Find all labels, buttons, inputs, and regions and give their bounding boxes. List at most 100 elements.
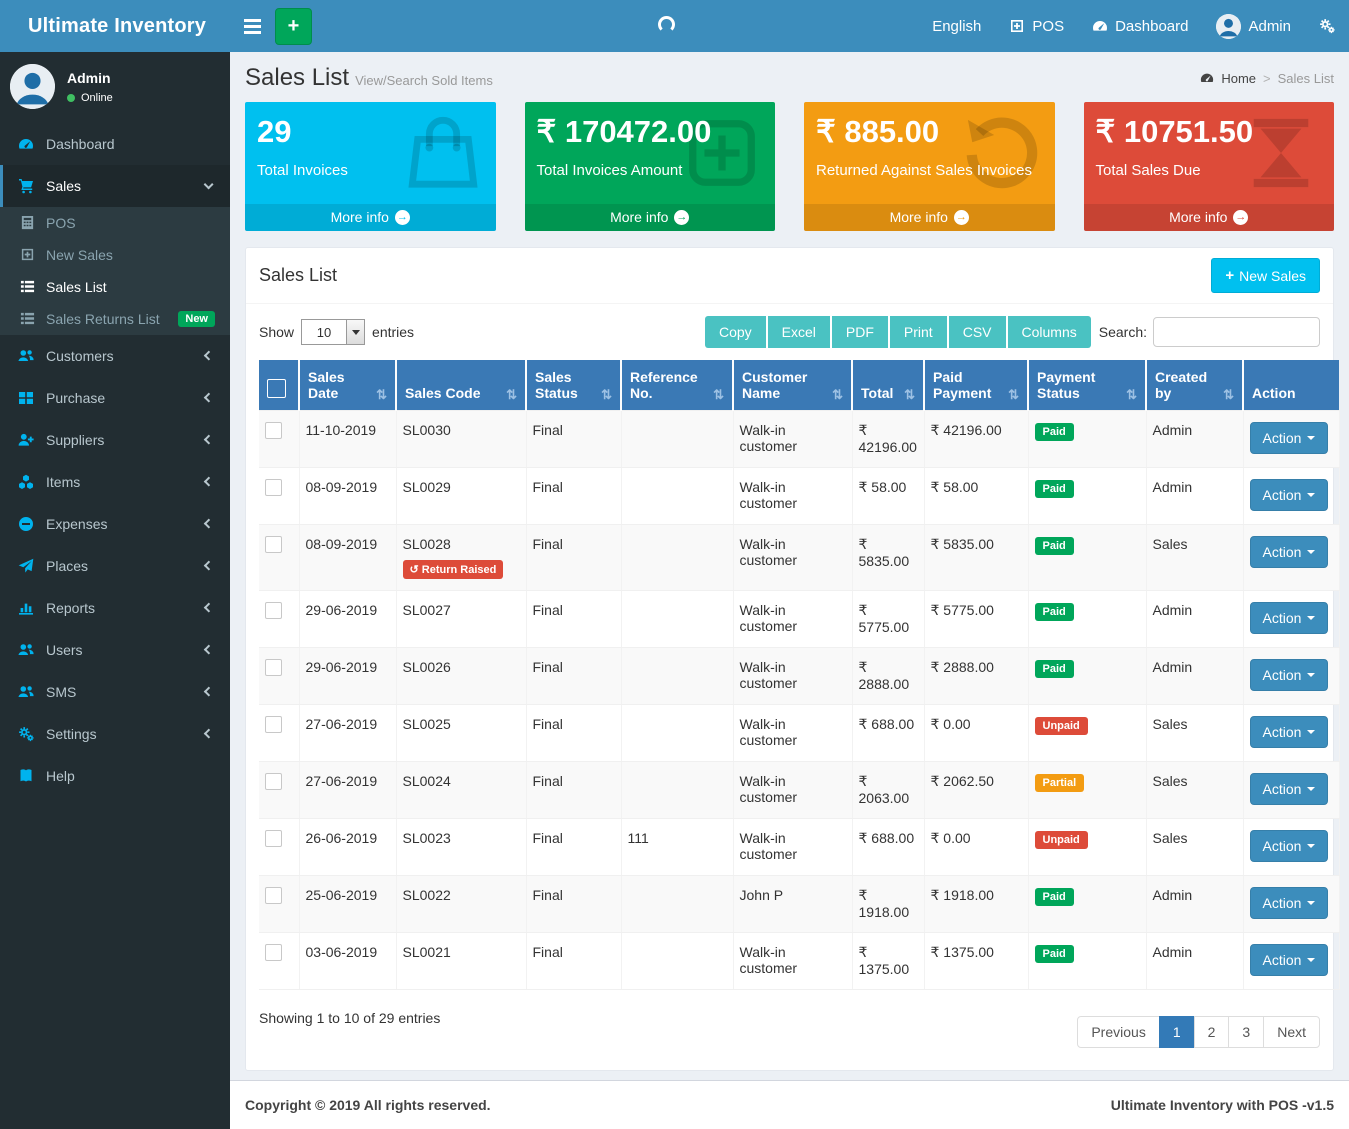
cell-reference-no — [621, 648, 733, 705]
sidebar-item-places[interactable]: Places — [0, 545, 230, 587]
navbar-item-admin[interactable]: Admin — [1202, 0, 1305, 52]
sidebar-item-new-sales[interactable]: New Sales — [0, 239, 230, 271]
cell-sales-code: SL0028↺ Return Raised — [396, 525, 526, 591]
new-sales-button[interactable]: + New Sales — [1211, 258, 1320, 293]
cell-sales-status: Final — [526, 468, 621, 525]
sidebar-item-reports[interactable]: Reports — [0, 587, 230, 629]
sidebar-item-sms[interactable]: SMS — [0, 671, 230, 713]
sidebar-item-settings[interactable]: Settings — [0, 713, 230, 755]
sidebar-item-sales[interactable]: Sales — [0, 165, 230, 207]
row-action-button[interactable]: Action — [1250, 716, 1329, 748]
row-checkbox[interactable] — [265, 944, 282, 961]
row-checkbox[interactable] — [265, 602, 282, 619]
row-checkbox[interactable] — [265, 773, 282, 790]
row-action-button[interactable]: Action — [1250, 944, 1329, 976]
sidebar-item-expenses[interactable]: Expenses — [0, 503, 230, 545]
row-action-button[interactable]: Action — [1250, 602, 1329, 634]
column-header-sales-code[interactable]: Sales Code⇅ — [396, 360, 526, 411]
cell-customer-name: Walk-in customer — [733, 933, 852, 990]
column-header-paid-payment[interactable]: Paid Payment⇅ — [924, 360, 1028, 411]
column-header-sales-status[interactable]: Sales Status⇅ — [526, 360, 621, 411]
quick-add-button[interactable]: + — [275, 8, 312, 45]
page-subtitle: View/Search Sold Items — [355, 73, 493, 88]
stat-label: Returned Against Sales Invoices — [816, 162, 1043, 179]
navbar-item-dashboard[interactable]: Dashboard — [1078, 0, 1202, 52]
user-plus-icon — [18, 432, 36, 448]
column-header-sales-date[interactable]: Sales Date⇅ — [299, 360, 396, 411]
row-action-button[interactable]: Action — [1250, 659, 1329, 691]
sidebar-item-sales-list[interactable]: Sales List — [0, 271, 230, 303]
search-input[interactable] — [1153, 317, 1320, 347]
row-action-button[interactable]: Action — [1250, 422, 1329, 454]
more-info-link[interactable]: More info→ — [245, 204, 496, 231]
column-header-action[interactable]: Action — [1243, 360, 1339, 411]
more-info-link[interactable]: More info→ — [1084, 204, 1335, 231]
select-all-checkbox[interactable] — [267, 379, 286, 398]
content-header: Sales ListView/Search Sold Items Home > … — [245, 52, 1334, 102]
cell-paid-payment: ₹ 58.00 — [924, 468, 1028, 525]
sidebar-toggle-button[interactable] — [230, 0, 275, 52]
export-excel-button[interactable]: Excel — [768, 316, 832, 348]
export-pdf-button[interactable]: PDF — [832, 316, 890, 348]
row-checkbox[interactable] — [265, 479, 282, 496]
column-header-payment-status[interactable]: Payment Status⇅ — [1028, 360, 1146, 411]
user-status: Online — [67, 92, 113, 104]
row-action-button[interactable]: Action — [1250, 479, 1329, 511]
chevron-left-icon — [203, 729, 213, 739]
page-button-next[interactable]: Next — [1263, 1016, 1320, 1048]
page-button-1[interactable]: 1 — [1159, 1016, 1195, 1048]
row-action-button[interactable]: Action — [1250, 830, 1329, 862]
page-button-3[interactable]: 3 — [1228, 1016, 1264, 1048]
column-header-total[interactable]: Total⇅ — [852, 360, 924, 411]
more-info-link[interactable]: More info→ — [804, 204, 1055, 231]
page-button-previous[interactable]: Previous — [1077, 1016, 1159, 1048]
chevron-left-icon — [203, 477, 213, 487]
select-dropdown-button[interactable] — [346, 320, 364, 344]
sidebar-item-suppliers[interactable]: Suppliers — [0, 419, 230, 461]
row-action-button[interactable]: Action — [1250, 536, 1329, 568]
row-checkbox[interactable] — [265, 422, 282, 439]
stat-label: Total Sales Due — [1096, 162, 1323, 179]
more-info-link[interactable]: More info→ — [525, 204, 776, 231]
sidebar-item-pos[interactable]: POS — [0, 207, 230, 239]
breadcrumb-home[interactable]: Home — [1221, 71, 1256, 86]
cell-customer-name: Walk-in customer — [733, 591, 852, 648]
select-all-header — [259, 360, 299, 411]
row-action-button[interactable]: Action — [1250, 887, 1329, 919]
cell-sales-code: SL0029 — [396, 468, 526, 525]
export-columns-button[interactable]: Columns — [1008, 316, 1091, 348]
stat-box-2: ₹ 885.00Returned Against Sales InvoicesM… — [804, 102, 1055, 231]
navbar-item-pos[interactable]: POS — [995, 0, 1078, 52]
row-checkbox[interactable] — [265, 659, 282, 676]
sidebar-item-purchase[interactable]: Purchase — [0, 377, 230, 419]
export-csv-button[interactable]: CSV — [949, 316, 1008, 348]
page-size-select[interactable]: 10 — [301, 319, 365, 345]
sidebar-item-sales-returns-list[interactable]: Sales Returns ListNew — [0, 303, 230, 335]
export-print-button[interactable]: Print — [890, 316, 949, 348]
sidebar-item-users[interactable]: Users — [0, 629, 230, 671]
version-text: Ultimate Inventory with POS -v1.5 — [1111, 1097, 1334, 1113]
bar-chart-icon — [18, 600, 36, 616]
cell-total: ₹ 2063.00 — [852, 762, 924, 819]
page-button-2[interactable]: 2 — [1194, 1016, 1230, 1048]
brand-logo[interactable]: Ultimate Inventory — [0, 0, 230, 52]
cell-reference-no — [621, 762, 733, 819]
sidebar-item-help[interactable]: Help — [0, 755, 230, 797]
chevron-left-icon — [203, 351, 213, 361]
column-header-created-by[interactable]: Created by⇅ — [1146, 360, 1243, 411]
row-checkbox[interactable] — [265, 716, 282, 733]
sidebar-item-customers[interactable]: Customers — [0, 335, 230, 377]
sidebar-item-dashboard[interactable]: Dashboard — [0, 123, 230, 165]
navbar-item-settings[interactable] — [1305, 0, 1349, 52]
row-action-button[interactable]: Action — [1250, 773, 1329, 805]
navbar-item-english[interactable]: English — [918, 0, 995, 52]
row-checkbox[interactable] — [265, 536, 282, 553]
column-header-customer-name[interactable]: Customer Name⇅ — [733, 360, 852, 411]
export-copy-button[interactable]: Copy — [705, 316, 768, 348]
cell-paid-payment: ₹ 5835.00 — [924, 525, 1028, 591]
column-header-reference-no-[interactable]: Reference No.⇅ — [621, 360, 733, 411]
sidebar-item-items[interactable]: Items — [0, 461, 230, 503]
row-checkbox[interactable] — [265, 830, 282, 847]
row-checkbox[interactable] — [265, 887, 282, 904]
cell-sales-date: 29-06-2019 — [299, 648, 396, 705]
